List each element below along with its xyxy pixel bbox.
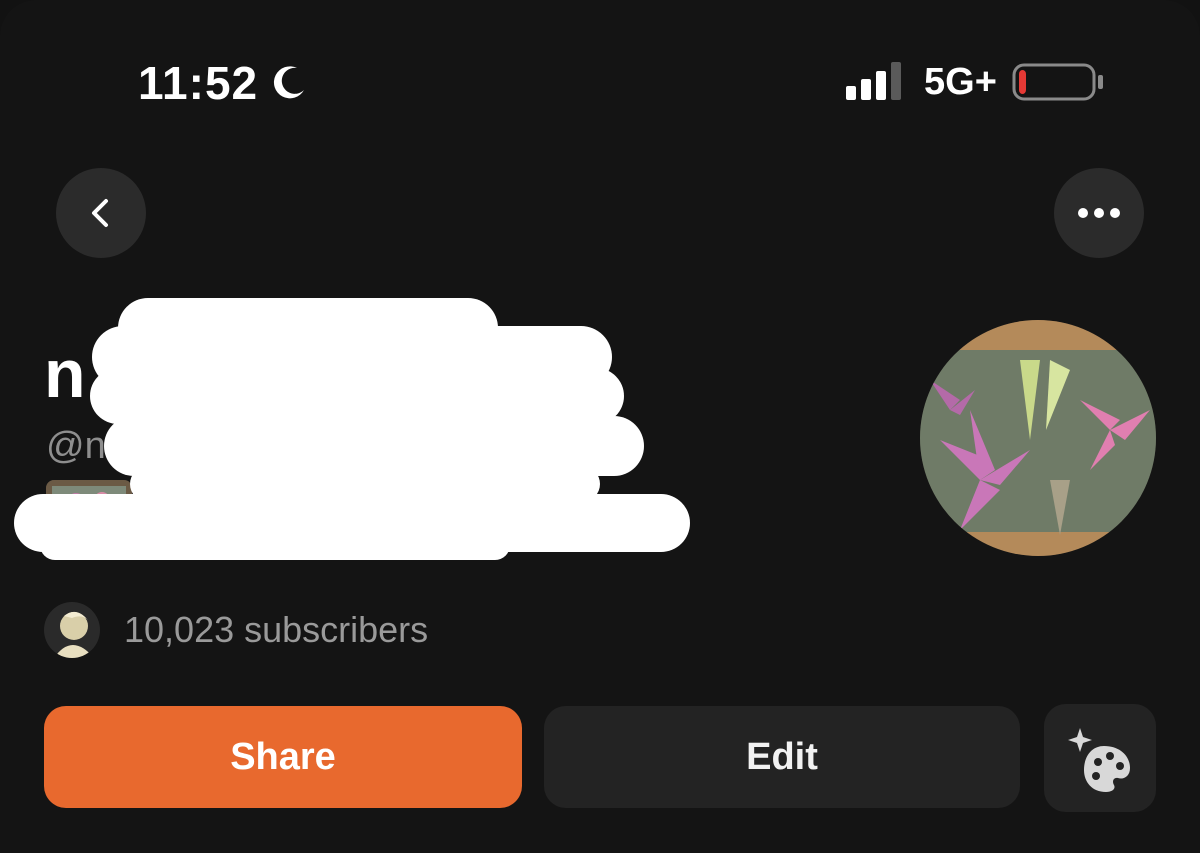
share-button[interactable]: Share	[44, 706, 522, 808]
redaction-scribble	[14, 298, 690, 560]
status-time: 11:52	[138, 57, 259, 109]
back-button[interactable]	[56, 168, 146, 258]
subscriber-count: 10,023 subscribers	[124, 609, 429, 650]
chevron-left-icon	[92, 199, 108, 227]
battery-icon	[1012, 63, 1103, 101]
moon-icon	[273, 66, 304, 99]
subscriber-avatar	[44, 602, 100, 658]
edit-button[interactable]: Edit	[544, 706, 1020, 808]
network-label: 5G+	[924, 61, 997, 103]
subscriber-row[interactable]: 10,023 subscribers	[44, 600, 428, 660]
palette-sparkle-icon	[1068, 728, 1130, 792]
signal-icon	[846, 62, 901, 100]
profile-avatar[interactable]	[920, 320, 1156, 556]
more-options-button[interactable]	[1054, 168, 1144, 258]
profile-screen: 11:52 5G+ n @n 10,023 subscribers Share …	[0, 0, 1200, 853]
battery-fill	[1019, 70, 1026, 94]
theme-button[interactable]	[1044, 704, 1156, 812]
ellipsis-icon	[1078, 208, 1120, 218]
